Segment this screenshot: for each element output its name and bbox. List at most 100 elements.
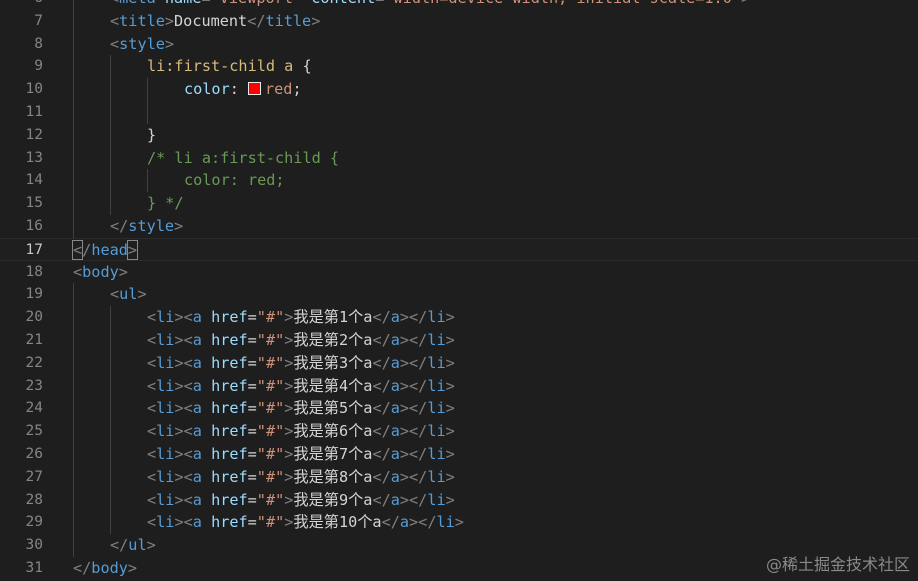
line-number: 19 xyxy=(25,286,43,303)
indent-guide xyxy=(73,55,74,79)
code-token: ></ xyxy=(399,376,428,395)
color-swatch-icon[interactable] xyxy=(248,82,262,96)
line-number: 24 xyxy=(25,400,43,417)
code-token: li xyxy=(156,399,175,418)
line-number: 7 xyxy=(34,12,43,29)
code-line[interactable]: 18 <body> xyxy=(0,261,918,284)
code-token: href xyxy=(211,490,248,509)
line-number: 27 xyxy=(25,468,43,485)
code-token: content xyxy=(311,0,375,7)
code-token: a xyxy=(390,308,400,327)
code-text: </style> xyxy=(110,215,183,238)
line-number: 10 xyxy=(25,81,43,98)
indent-guide xyxy=(73,306,74,329)
line-number: 17 xyxy=(25,241,43,258)
line-number: 14 xyxy=(25,172,43,189)
code-token: </ xyxy=(372,376,391,395)
code-line[interactable]: 25 <li><a href="#">我是第6个a</a></li> xyxy=(0,420,918,443)
code-line[interactable]: 6<meta name="viewport" content="width=de… xyxy=(0,0,918,10)
line-number: 31 xyxy=(25,559,43,576)
code-token: a xyxy=(390,330,400,349)
code-token: li xyxy=(427,467,446,486)
code-token: a xyxy=(192,513,202,532)
line-number: 26 xyxy=(25,445,43,462)
code-token: red xyxy=(265,80,293,99)
code-token: >< xyxy=(174,513,193,532)
code-line[interactable]: 28 <li><a href="#">我是第9个a</a></li> xyxy=(0,488,918,512)
code-token: = xyxy=(247,399,257,418)
code-token: 我是第2个a xyxy=(293,330,373,349)
code-line[interactable]: 13 /* li a:first-child { xyxy=(0,146,918,170)
code-text: color: red; xyxy=(184,78,302,101)
code-token: a xyxy=(390,490,400,509)
code-line[interactable]: 10 color: red; xyxy=(0,78,918,101)
code-token: </ xyxy=(372,490,391,509)
indent-guide xyxy=(73,169,74,193)
code-token: ></ xyxy=(399,353,428,372)
indent-guide xyxy=(73,0,74,10)
code-token: </ xyxy=(247,11,266,30)
code-editor[interactable]: 6<meta name="viewport" content="width=de… xyxy=(0,0,918,580)
code-line[interactable]: 23 <li><a href="#">我是第4个a</a></li> xyxy=(0,374,918,398)
indent-guide xyxy=(73,534,74,557)
code-token: li xyxy=(156,308,175,327)
code-line[interactable]: 19 <ul> xyxy=(0,283,918,307)
code-line[interactable]: 21 <li><a href="#">我是第2个a</a></li> xyxy=(0,328,918,352)
matched-bracket: > xyxy=(126,239,139,260)
code-text: </head> xyxy=(71,239,139,262)
code-token: } xyxy=(147,125,157,144)
code-token: "#" xyxy=(256,490,285,509)
code-token: a xyxy=(192,467,202,486)
code-line[interactable]: 9 li:first-child a { xyxy=(0,55,918,79)
code-token: href xyxy=(211,399,248,418)
indent-guide xyxy=(110,374,111,398)
code-token: ></ xyxy=(399,422,428,441)
code-token: ></ xyxy=(399,490,428,509)
code-line[interactable]: 24 <li><a href="#">我是第5个a</a></li> xyxy=(0,397,918,421)
code-line[interactable]: 27 <li><a href="#">我是第8个a</a></li> xyxy=(0,465,918,489)
code-line[interactable]: 8 <style> xyxy=(0,32,918,56)
line-number: 22 xyxy=(25,354,43,371)
code-text: <li><a href="#">我是第8个a</a></li> xyxy=(147,466,455,489)
code-token: "#" xyxy=(256,353,285,372)
indent-guide xyxy=(73,511,74,535)
code-token: > xyxy=(445,490,455,509)
code-token: a xyxy=(192,399,202,418)
code-token: a xyxy=(399,513,410,532)
code-token: href xyxy=(211,444,248,463)
code-line[interactable]: 16 </style> xyxy=(0,214,918,238)
code-token: ul xyxy=(128,536,147,555)
code-token: body xyxy=(91,558,128,577)
code-token: ; xyxy=(292,80,302,99)
code-token: : xyxy=(229,80,249,99)
code-line[interactable]: 14 color: red; xyxy=(0,169,918,193)
code-text: } */ xyxy=(147,192,184,215)
code-token: = xyxy=(247,376,257,395)
code-token: </ xyxy=(372,422,391,441)
code-text: <li><a href="#">我是第6个a</a></li> xyxy=(147,420,455,443)
code-text: <style> xyxy=(110,33,174,56)
code-line[interactable]: 15} */ xyxy=(0,192,918,215)
line-number: 29 xyxy=(25,514,43,531)
line-number: 9 xyxy=(34,58,43,75)
code-text: <ul> xyxy=(110,283,147,306)
line-number: 18 xyxy=(25,263,43,280)
code-token: < xyxy=(147,513,157,532)
code-line[interactable]: 22 <li><a href="#">我是第3个a</a></li> xyxy=(0,351,918,375)
code-line[interactable]: 11 xyxy=(0,100,918,124)
code-line[interactable]: 26 <li><a href="#">我是第7个a</a></li> xyxy=(0,442,918,466)
code-token: < xyxy=(147,308,157,327)
indent-guide xyxy=(110,465,111,489)
indent-guide xyxy=(73,9,74,33)
code-line[interactable]: 29 <li><a href="#">我是第10个a</a></li> xyxy=(0,511,918,535)
code-token: 我是第7个a xyxy=(293,444,373,463)
code-line[interactable]: 7 <title>Document</title> xyxy=(0,9,918,33)
code-token: < xyxy=(110,34,120,53)
code-token: > xyxy=(445,376,455,395)
code-token: > xyxy=(118,262,128,281)
code-token: li xyxy=(156,376,175,395)
code-line[interactable]: 12} xyxy=(0,123,918,147)
code-line[interactable]: 20 <li><a href="#">我是第1个a</a></li> xyxy=(0,306,918,329)
code-line[interactable]: 17 </head> xyxy=(0,237,918,262)
